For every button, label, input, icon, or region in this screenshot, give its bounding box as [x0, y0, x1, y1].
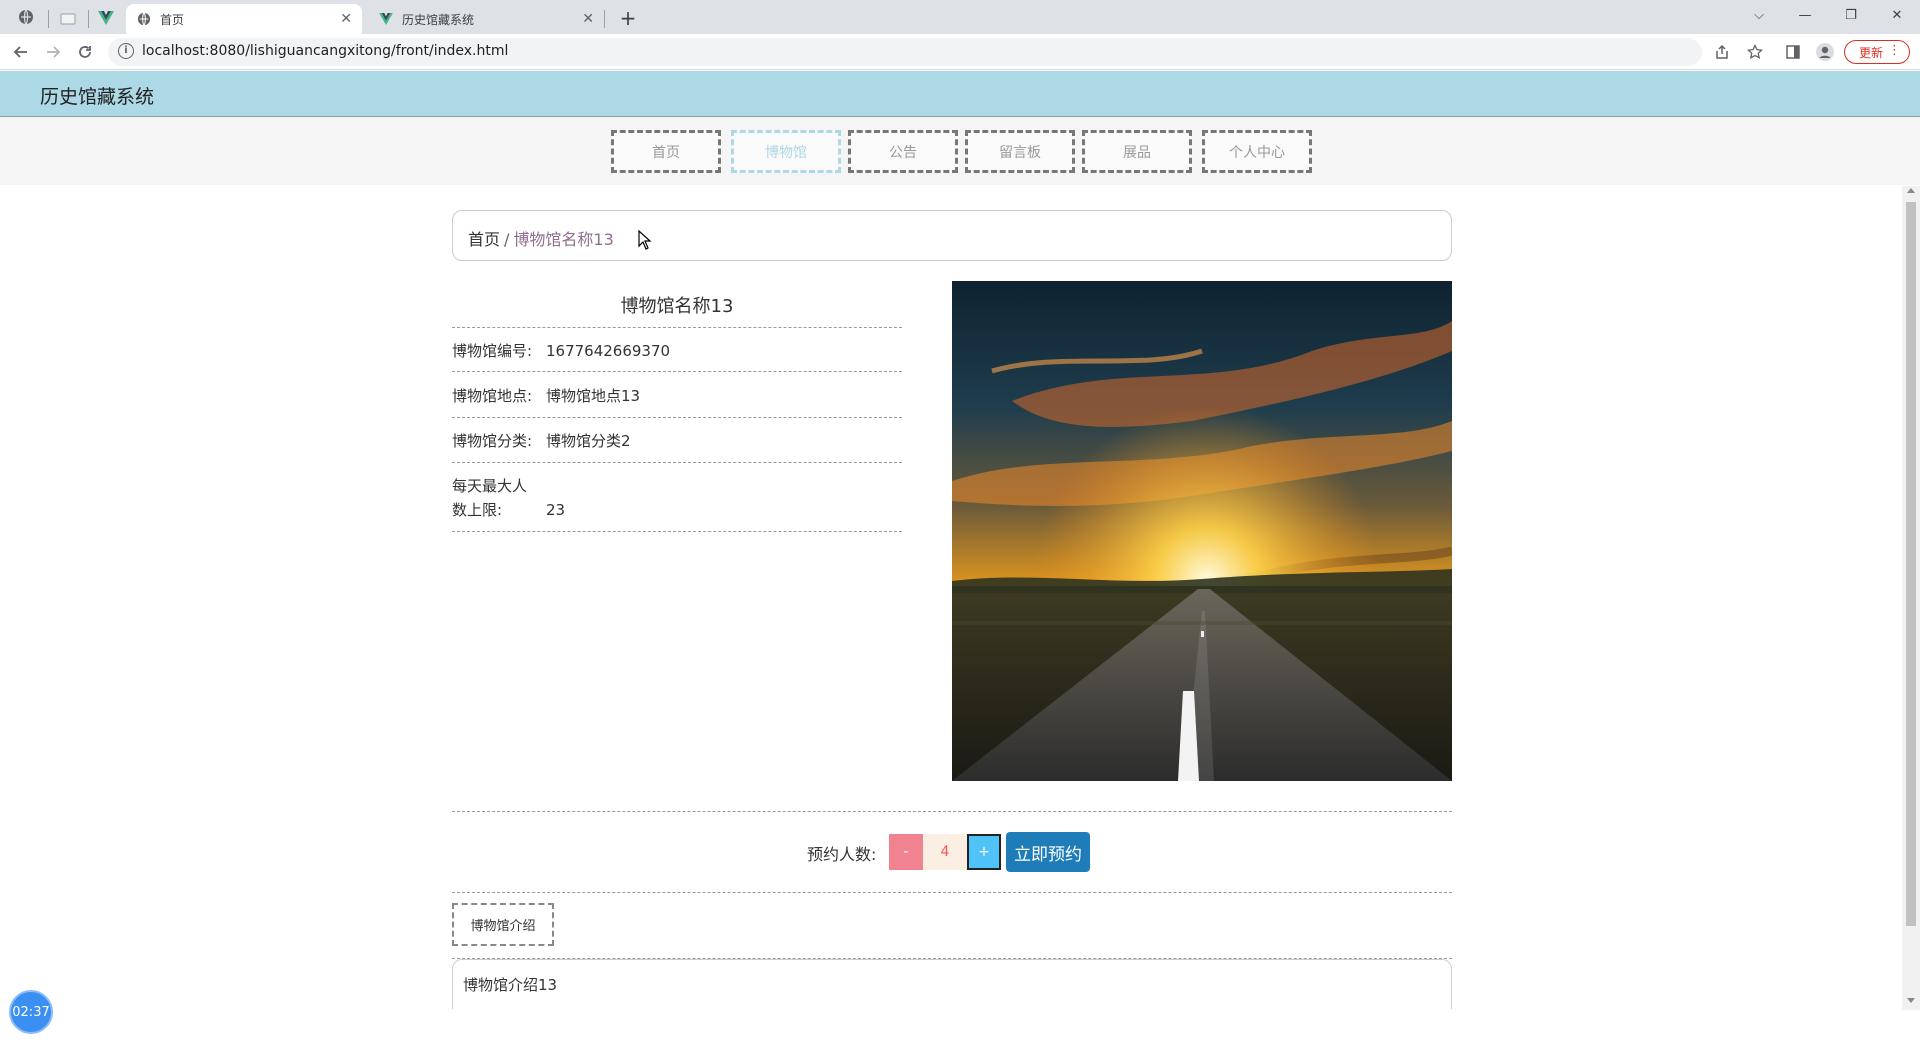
nav-message-board[interactable]: 留言板: [965, 130, 1075, 173]
field-value: 23: [546, 501, 566, 519]
field-label: 博物馆分类:: [452, 432, 533, 450]
pinned-tab-3[interactable]: [88, 4, 124, 34]
browser-toolbar: i localhost:8080/lishiguancangxitong/fro…: [0, 34, 1920, 70]
tab-history-system[interactable]: 历史馆藏系统 ✕: [368, 4, 604, 34]
globe-icon: [136, 11, 152, 27]
quantity-input[interactable]: 4: [923, 834, 967, 870]
recording-timer: 02:37: [9, 990, 53, 1034]
field-value: 博物馆分类2: [546, 432, 631, 450]
divider: [452, 892, 1452, 893]
field-museum-location: 博物馆地点: 博物馆地点13: [452, 384, 902, 418]
breadcrumb: 首页 / 博物馆名称13: [452, 210, 1452, 261]
nav-museum[interactable]: 博物馆: [731, 130, 841, 173]
reload-icon[interactable]: [72, 39, 98, 65]
field-value: 博物馆地点13: [546, 387, 641, 405]
nav-notice[interactable]: 公告: [848, 130, 958, 173]
address-url[interactable]: localhost:8080/lishiguancangxitong/front…: [142, 43, 508, 59]
site-info-icon[interactable]: i: [118, 43, 134, 59]
bookmark-star-icon[interactable]: [1745, 42, 1765, 62]
tab-home[interactable]: 首页 ✕: [126, 4, 362, 34]
vue-logo-icon: [98, 10, 114, 29]
update-button[interactable]: 更新 ⋮: [1844, 40, 1910, 64]
nav-user-center[interactable]: 个人中心: [1202, 130, 1312, 173]
tab-search-dropdown-icon[interactable]: ⌵: [1736, 0, 1782, 30]
scroll-up-arrow-icon[interactable]: [1907, 188, 1915, 193]
museum-intro-content: 博物馆介绍13: [452, 959, 1452, 1009]
scroll-down-arrow-icon[interactable]: [1907, 998, 1915, 1003]
museum-image: [952, 281, 1452, 781]
field-label-line2: 数上限:: [452, 501, 503, 519]
address-bar[interactable]: i localhost:8080/lishiguancangxitong/fro…: [108, 38, 1728, 66]
side-panel-icon[interactable]: [1783, 42, 1803, 62]
close-window-icon[interactable]: ✕: [1874, 0, 1920, 30]
breadcrumb-home[interactable]: 首页: [468, 230, 500, 249]
pinned-tab-1[interactable]: [8, 4, 44, 34]
field-value: 1677642669370: [546, 342, 671, 360]
field-museum-category: 博物馆分类: 博物馆分类2: [452, 429, 902, 463]
museum-title: 博物馆名称13: [620, 296, 734, 317]
browser-tab-strip: 首页 ✕ 历史馆藏系统 ✕ + ⌵ — ❐ ✕: [0, 0, 1920, 34]
main-nav: 首页 博物馆 公告 留言板 展品 个人中心: [0, 117, 1920, 185]
field-label-line1: 每天最大人: [452, 477, 528, 495]
update-label: 更新: [1859, 45, 1884, 60]
vue-logo-icon: [378, 11, 394, 27]
scrollbar-thumb[interactable]: [1906, 202, 1916, 926]
page-scrollbar[interactable]: [1902, 186, 1920, 1010]
pinned-tab-2[interactable]: [50, 4, 86, 34]
new-tab-button[interactable]: +: [614, 4, 642, 32]
booking-count-label: 预约人数:: [807, 845, 877, 864]
nav-exhibits[interactable]: 展品: [1082, 130, 1192, 173]
field-label: 博物馆编号:: [452, 342, 533, 360]
site-title: 历史馆藏系统: [40, 86, 155, 108]
tab-title: 历史馆藏系统: [402, 12, 475, 27]
back-arrow-icon[interactable]: [8, 39, 34, 65]
more-menu-icon[interactable]: ⋮: [1888, 43, 1901, 58]
quantity-increase-button[interactable]: +: [967, 834, 1001, 870]
globe-icon: [18, 9, 34, 29]
close-tab-icon[interactable]: ✕: [582, 11, 594, 27]
minimize-icon[interactable]: —: [1782, 0, 1828, 30]
field-museum-number: 博物馆编号: 1677642669370: [452, 339, 902, 372]
profile-avatar-icon[interactable]: [1815, 42, 1835, 62]
breadcrumb-current: 博物馆名称13: [513, 230, 614, 249]
divider: [452, 811, 1452, 812]
field-daily-max-visitors: 每天最大人 数上限: 23: [452, 474, 902, 532]
nav-home[interactable]: 首页: [611, 130, 721, 173]
tab-museum-intro[interactable]: 博物馆介绍: [452, 903, 554, 946]
blank-page-icon: [60, 10, 76, 29]
close-tab-icon[interactable]: ✕: [340, 11, 352, 27]
field-label: 博物馆地点:: [452, 387, 533, 405]
share-icon[interactable]: [1712, 42, 1732, 62]
quantity-decrease-button[interactable]: -: [889, 834, 923, 870]
forward-arrow-icon[interactable]: [40, 39, 66, 65]
tab-title: 首页: [160, 12, 185, 27]
restore-icon[interactable]: ❐: [1828, 0, 1874, 30]
site-header: 历史馆藏系统: [0, 71, 1920, 117]
breadcrumb-separator: /: [504, 230, 510, 249]
book-now-button[interactable]: 立即预约: [1006, 832, 1090, 872]
divider: [452, 327, 902, 328]
